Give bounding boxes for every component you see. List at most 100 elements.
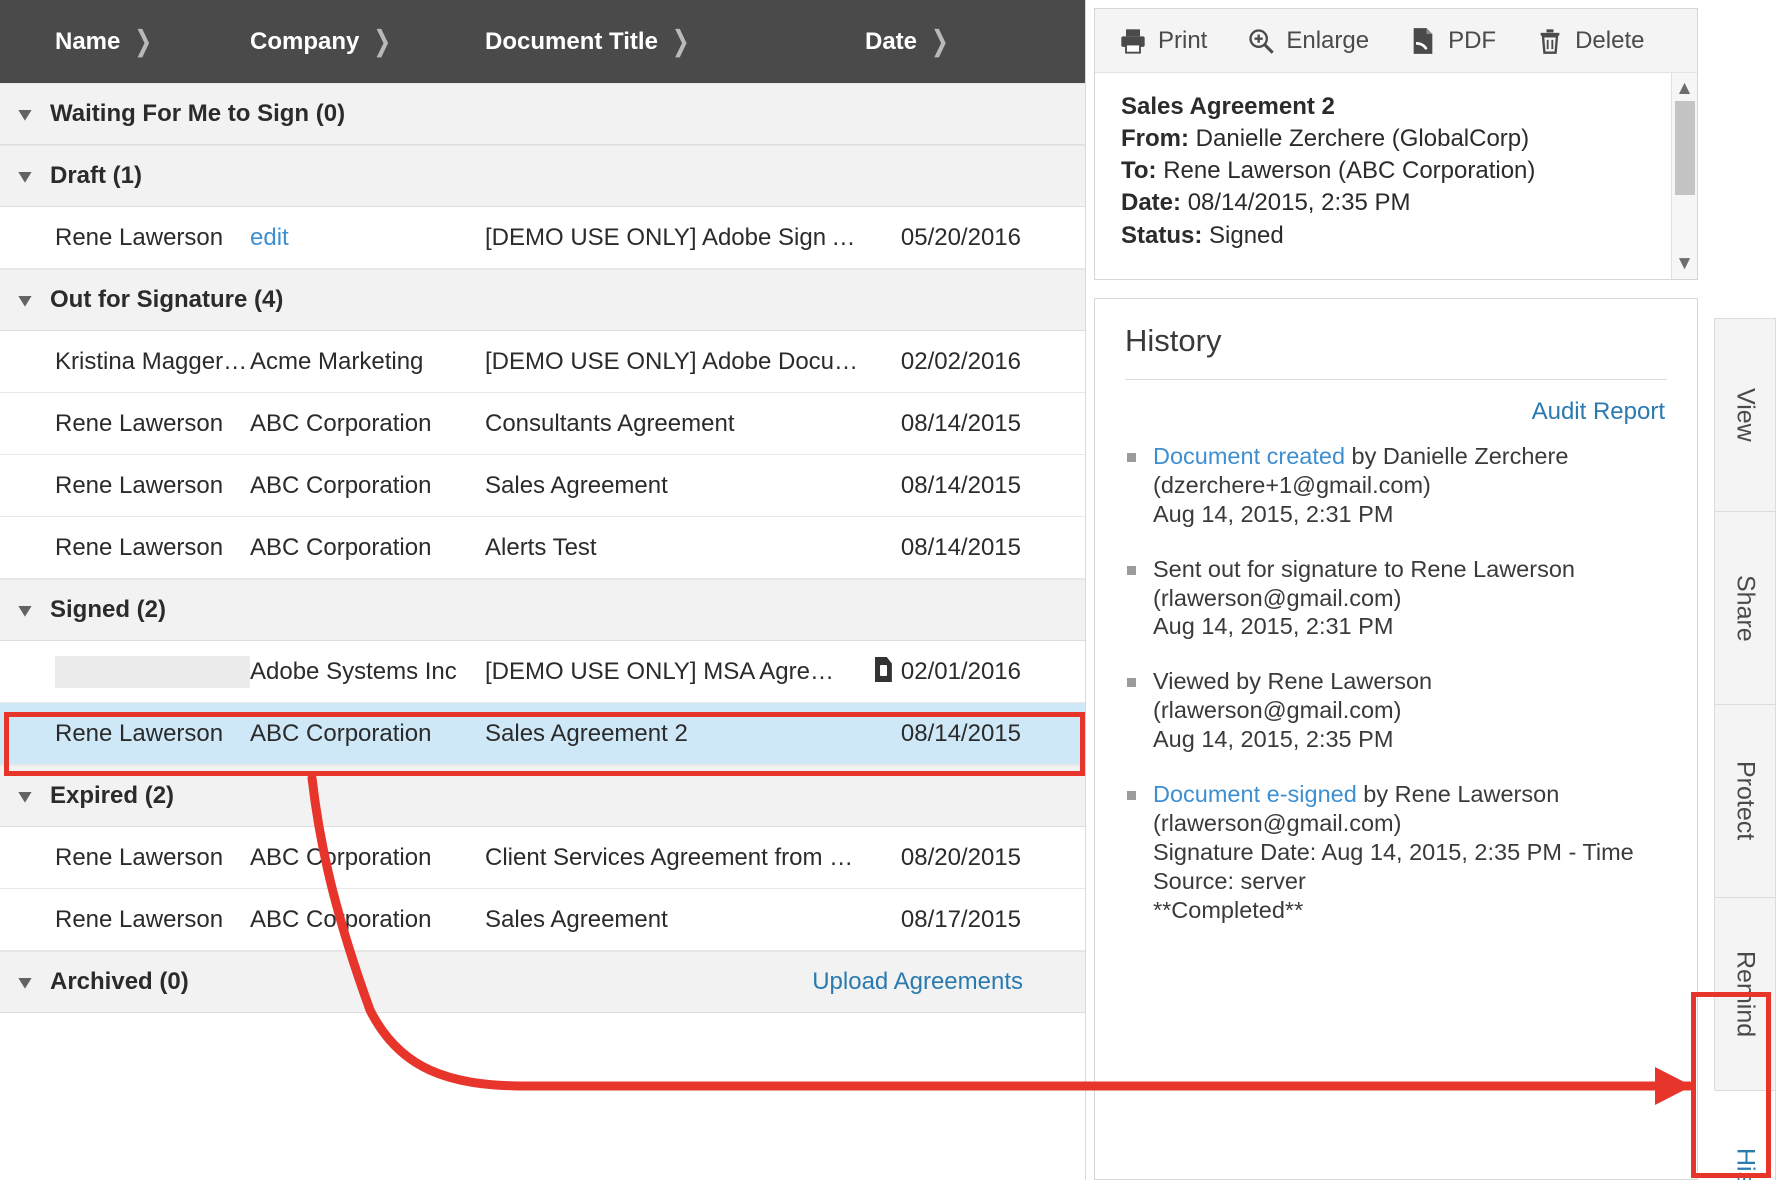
cell-date: 05/20/2016 [865,224,1025,252]
edit-link[interactable]: edit [250,224,289,251]
group-header-row[interactable]: ▾Signed (2) [0,579,1085,641]
column-header-date[interactable]: Date ❯ [865,28,1025,56]
caret-down-icon[interactable]: ▾ [19,785,49,808]
pdf-button[interactable]: PDF [1409,27,1496,55]
table-row[interactable]: Adobe Systems Inc[DEMO USE ONLY] MSA Agr… [0,641,1085,703]
group-header-row[interactable]: ▾Out for Signature (4) [0,269,1085,331]
tab-share-label: Share [1731,575,1760,642]
document-field-to-value: Rene Lawerson (ABC Corporation) [1163,157,1535,184]
trash-icon [1536,27,1564,55]
tab-history-label: History [1731,1148,1760,1180]
cell-document-title: Sales Agreement [485,472,865,500]
group-header-row[interactable]: ▾Expired (2) [0,765,1085,827]
scrollbar-thumb[interactable] [1675,101,1695,195]
pdf-button-label: PDF [1448,27,1496,55]
table-row[interactable]: Rene Lawersonedit[DEMO USE ONLY] Adobe S… [0,207,1085,269]
delete-button[interactable]: Delete [1536,27,1644,55]
cell-date-text: 08/20/2015 [901,844,1021,871]
tab-view[interactable]: View [1714,318,1776,511]
print-button[interactable]: Print [1119,27,1207,55]
caret-down-icon[interactable]: ▾ [19,289,49,312]
cell-date-text: 08/14/2015 [901,534,1021,561]
cell-date-text: 02/01/2016 [901,658,1021,685]
history-event-link[interactable]: Document e-signed [1153,781,1357,807]
document-detail-pane: Print Enlarge PDF Delete Sales Agreement 2 … [1086,0,1776,1180]
cell-name-redacted [0,656,250,688]
tab-remind-label: Remind [1731,951,1760,1037]
caret-down-icon[interactable]: ▾ [19,971,49,994]
cell-date: 08/20/2015 [865,844,1025,872]
cell-company: edit [250,224,485,252]
group-header-row[interactable]: ▾Archived (0) Upload Agreements [0,951,1085,1013]
cell-date: 08/14/2015 [865,720,1025,748]
cell-date-text: 08/14/2015 [901,472,1021,499]
document-summary-body: Sales Agreement 2 From: Danielle Zercher… [1095,73,1697,279]
history-event-detail-line: (dzerchere+1@gmail.com) [1153,472,1431,498]
history-event-detail-line: Aug 14, 2015, 2:31 PM [1153,501,1393,527]
history-event-link[interactable]: Document created [1153,443,1345,469]
table-row[interactable]: Rene LawersonABC CorporationSales Agreem… [0,455,1085,517]
table-row[interactable]: Rene LawersonABC CorporationClient Servi… [0,827,1085,889]
history-event-item: Document e-signed by Rene Lawerson(rlawe… [1125,780,1667,924]
tab-history[interactable]: History [1714,1090,1776,1180]
cell-company: ABC Corporation [250,844,485,872]
scroll-up-icon[interactable]: ▲ [1675,79,1694,98]
tab-remind[interactable]: Remind [1714,897,1776,1090]
cell-document-title: Consultants Agreement [485,410,865,438]
cell-document-title: [DEMO USE ONLY] Adobe Docu… [485,348,865,376]
table-row[interactable]: Rene LawersonABC CorporationAlerts Test0… [0,517,1085,579]
table-row[interactable]: Rene LawersonABC CorporationSales Agreem… [0,703,1085,765]
upload-agreements-link[interactable]: Upload Agreements [812,968,1023,996]
tab-protect[interactable]: Protect [1714,704,1776,897]
document-field-from: From: Danielle Zerchere (GlobalCorp) [1121,123,1671,155]
pdf-icon [1409,27,1437,55]
document-field-date-label: Date: [1121,189,1181,216]
cell-date-text: 08/17/2015 [901,906,1021,933]
caret-down-icon[interactable]: ▾ [19,165,49,188]
document-field-date: Date: 08/14/2015, 2:35 PM [1121,187,1671,219]
column-header-name[interactable]: Name ❯ [0,28,250,56]
column-header-document-title[interactable]: Document Title ❯ [485,28,865,56]
group-header-row[interactable]: ▾Waiting For Me to Sign (0) [0,83,1085,145]
enlarge-button[interactable]: Enlarge [1247,27,1369,55]
tab-share[interactable]: Share [1714,511,1776,704]
agreements-manage-page: Name ❯ Company ❯ Document Title ❯ Date ❯… [0,0,1776,1180]
document-field-status: Status: Signed [1121,220,1671,252]
scroll-down-icon[interactable]: ▼ [1675,254,1694,273]
cell-name: Kristina Maggerstein [0,348,250,376]
history-event-text: by Danielle Zerchere [1345,443,1568,469]
redaction-block [55,656,250,688]
document-field-date-value: 08/14/2015, 2:35 PM [1188,189,1411,216]
history-event-text: Viewed by Rene Lawerson (rlawerson@gmail… [1153,668,1432,723]
cell-document-title: Sales Agreement [485,906,865,934]
table-row[interactable]: Rene LawersonABC CorporationConsultants … [0,393,1085,455]
document-field-from-value: Danielle Zerchere (GlobalCorp) [1196,125,1529,152]
delete-button-label: Delete [1575,27,1644,55]
table-row[interactable]: Kristina MaggersteinAcme Marketing[DEMO … [0,331,1085,393]
cell-name: Rene Lawerson [0,410,250,438]
history-event-detail-line: Aug 14, 2015, 2:35 PM [1153,726,1393,752]
cell-company: Acme Marketing [250,348,485,376]
chevron-right-icon: ❯ [134,25,152,59]
document-field-to: To: Rene Lawerson (ABC Corporation) [1121,155,1671,187]
printer-icon [1119,27,1147,55]
caret-down-icon[interactable]: ▾ [19,599,49,622]
tab-protect-label: Protect [1731,761,1760,840]
cell-date-text: 08/14/2015 [901,720,1021,747]
history-event-detail-line: Aug 14, 2015, 2:31 PM [1153,613,1393,639]
cell-name: Rene Lawerson [0,844,250,872]
cell-document-title: Alerts Test [485,534,865,562]
history-event-item: Document created by Danielle Zerchere (dz… [1125,442,1667,529]
detail-scrollbar[interactable]: ▲ ▼ [1671,73,1697,279]
history-event-detail-line: (rlawerson@gmail.com) [1153,810,1401,836]
group-header-row[interactable]: ▾Draft (1) [0,145,1085,207]
column-header-company[interactable]: Company ❯ [250,28,485,56]
cell-document-title: Sales Agreement 2 [485,720,865,748]
caret-down-icon[interactable]: ▾ [19,103,49,126]
right-tab-rail: View Share Protect Remind History [1714,318,1776,1180]
cell-date-text: 05/20/2016 [901,224,1021,251]
document-field-status-label: Status: [1121,222,1202,249]
group-header-label: Archived (0) [50,968,189,996]
table-row[interactable]: Rene LawersonABC CorporationSales Agreem… [0,889,1085,951]
audit-report-link[interactable]: Audit Report [1532,398,1665,425]
